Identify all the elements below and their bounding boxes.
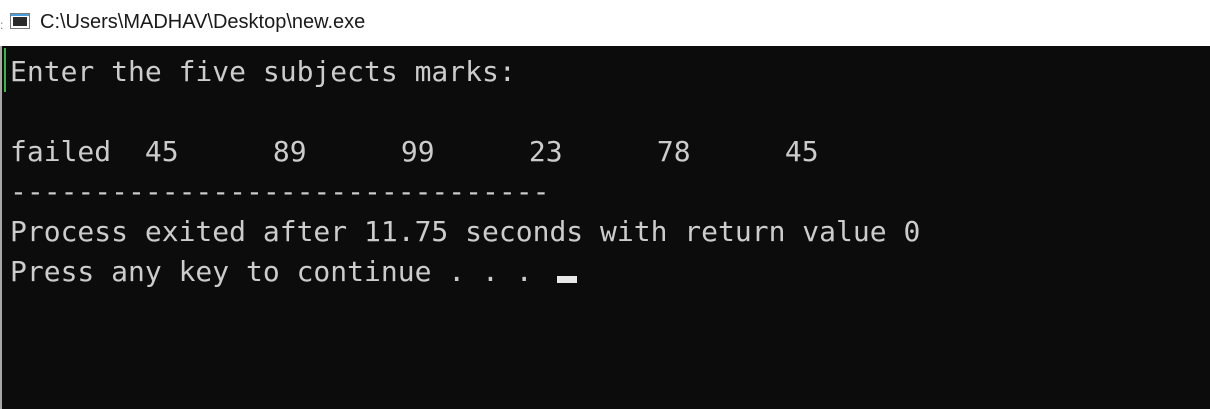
console-window: : C:\Users\MADHAV\Desktop\new.exe Enter … xyxy=(0,0,1210,409)
mark-value: 78 xyxy=(656,135,691,168)
continue-line: Press any key to continue . . . xyxy=(10,252,920,292)
process-exit-line: Process exited after 11.75 seconds with … xyxy=(10,215,921,248)
marks-input-line: 45 89 99 23 78 45 xyxy=(10,92,920,168)
app-icon-screen xyxy=(13,17,27,26)
mark-value: 45 xyxy=(144,135,179,168)
continue-text: Press any key to continue . . . xyxy=(10,255,550,288)
text-cursor xyxy=(557,276,578,283)
title-bar[interactable]: : C:\Users\MADHAV\Desktop\new.exe xyxy=(0,0,1210,46)
app-icon-bar xyxy=(11,14,29,16)
mark-value: 89 xyxy=(272,135,307,168)
console-output-area[interactable]: Enter the five subjects marks: 45 89 99 23 7… xyxy=(0,46,1210,409)
prompt-line: Enter the five subjects marks: xyxy=(10,55,516,88)
title-bar-edge: : xyxy=(0,18,4,32)
mark-value: 23 xyxy=(528,135,563,168)
console-app-icon[interactable] xyxy=(10,13,30,29)
mark-value: 45 xyxy=(784,135,819,168)
console-lines: Enter the five subjects marks: 45 89 99 23 7… xyxy=(10,52,920,292)
mark-value: 99 xyxy=(400,135,435,168)
edge-marker xyxy=(4,48,6,92)
window-title: C:\Users\MADHAV\Desktop\new.exe xyxy=(40,11,366,33)
separator-line: -------------------------------- xyxy=(10,175,550,208)
